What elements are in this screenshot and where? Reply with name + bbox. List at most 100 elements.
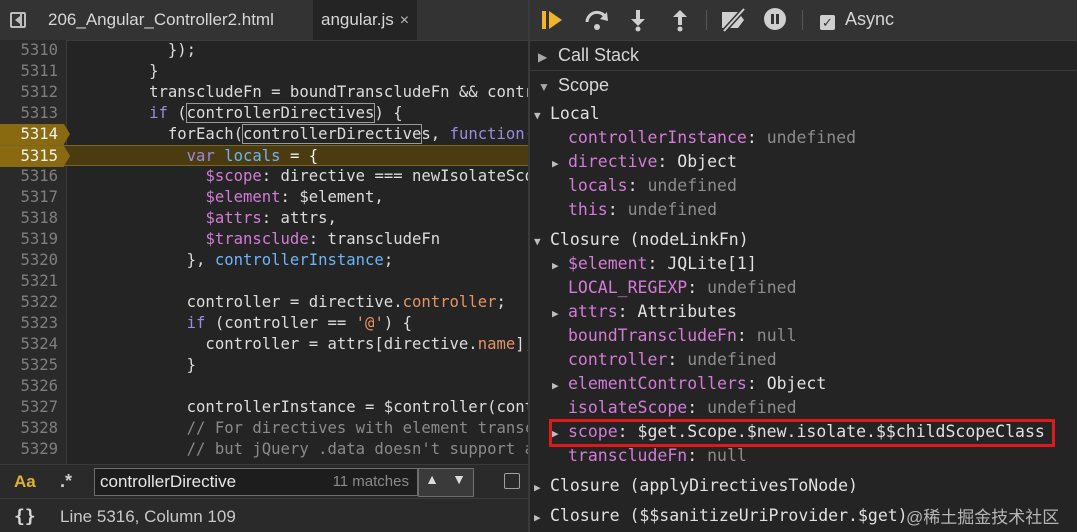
pause-exceptions-icon[interactable] [764, 8, 786, 32]
code-line[interactable]: 5329 // but jQuery .data doesn't support… [0, 439, 528, 460]
code-line[interactable]: 5327 controllerInstance = $controller(co… [0, 397, 528, 418]
scope-group-label: Closure (applyDirectivesToNode) [550, 476, 858, 495]
line-number[interactable]: 5316 [0, 166, 58, 187]
deactivate-breakpoints-icon[interactable] [720, 7, 748, 33]
line-number[interactable]: 5321 [0, 271, 58, 292]
code-text: var locals = { [186, 147, 319, 165]
line-number[interactable]: 5313 [0, 103, 58, 124]
code-line[interactable]: 5318 $attrs: attrs, [0, 208, 528, 229]
scope-variable-row[interactable]: isolateScope: undefined [568, 396, 1077, 420]
line-number[interactable]: 5317 [0, 187, 58, 208]
separator: : [657, 152, 678, 171]
code-line[interactable]: 5313 if (controllerDirectives) { [0, 103, 528, 124]
match-case-button[interactable]: Aa [14, 472, 36, 492]
previous-match-button[interactable]: ▲ [419, 471, 445, 487]
line-number[interactable]: 5324 [0, 334, 58, 355]
scope-variable-row[interactable]: transcludeFn: null [568, 444, 1077, 468]
expand-icon[interactable]: ▶ [552, 374, 568, 398]
code-line[interactable]: 5319 $transclude: transcludeFn [0, 229, 528, 250]
line-number[interactable]: 5323 [0, 313, 58, 334]
scope-variable-row[interactable]: controllerInstance: undefined [568, 126, 1077, 150]
code-line[interactable]: 5324 controller = attrs[directive.name]; [0, 334, 528, 355]
scope-variable-row[interactable]: controller: undefined [568, 348, 1077, 372]
tab-html-file[interactable]: 206_Angular_Controller2.html [48, 0, 274, 40]
line-number[interactable]: 5312 [0, 82, 58, 103]
breakpoint-marker[interactable]: 5314 [0, 124, 70, 145]
code-text: $attrs: attrs, [205, 209, 337, 227]
search-input[interactable]: controllerDirective 11 matches [94, 468, 418, 496]
cursor-position: Line 5316, Column 109 [60, 507, 236, 526]
code-line[interactable]: 5328 // For directives with element tran… [0, 418, 528, 439]
breakpoint-marker[interactable]: 5315 [0, 146, 70, 167]
line-number[interactable]: 5327 [0, 397, 58, 418]
next-match-button[interactable]: ▼ [446, 471, 472, 487]
code-line[interactable]: 5323 if (controller == '@') { [0, 313, 528, 334]
call-stack-section-header[interactable]: ▶ Call Stack [530, 40, 1077, 70]
separator: : [736, 326, 757, 345]
code-line[interactable]: 5315 var locals = { [0, 145, 528, 167]
line-number[interactable]: 5326 [0, 376, 58, 397]
scope-variable-row[interactable]: ▶ $element: JQLite[1] [552, 252, 1077, 276]
step-into-icon[interactable] [628, 8, 648, 32]
scope-section-header[interactable]: ▼ Scope [530, 70, 1077, 100]
sidebar-toggle-icon[interactable] [10, 12, 26, 28]
code-editor[interactable]: 5310 }); 5311 } 5312 transcludeFn = boundT… [0, 40, 528, 464]
step-over-icon[interactable] [584, 8, 610, 32]
code-line[interactable]: 5325 } [0, 355, 528, 376]
expand-icon[interactable]: ▶ [552, 152, 568, 176]
code-text: } [74, 62, 159, 80]
scope-closure-group[interactable]: ▼ Closure (nodeLinkFn) [534, 228, 1077, 252]
scope-variable-row[interactable]: locals: undefined [568, 174, 1077, 198]
code-line[interactable]: 5312 transcludeFn = boundTranscludeFn &&… [0, 82, 528, 103]
search-option-checkbox[interactable] [504, 473, 520, 489]
variable-name: locals [568, 176, 628, 195]
variable-name: $element [568, 254, 648, 273]
line-number[interactable]: 5320 [0, 250, 58, 271]
line-number[interactable]: 5318 [0, 208, 58, 229]
line-number[interactable]: 5328 [0, 418, 58, 439]
code-line[interactable]: 5311 } [0, 61, 528, 82]
step-out-icon[interactable] [670, 8, 690, 32]
close-icon[interactable]: × [400, 12, 409, 29]
line-number[interactable]: 5322 [0, 292, 58, 313]
scope-variable-row[interactable]: LOCAL_REGEXP: undefined [568, 276, 1077, 300]
line-number[interactable]: 5311 [0, 61, 58, 82]
scope-variable-row[interactable]: boundTranscludeFn: null [568, 324, 1077, 348]
regex-button[interactable]: .* [60, 471, 72, 492]
toolbar-separator [706, 10, 707, 30]
line-number[interactable]: 5319 [0, 229, 58, 250]
code-line[interactable]: 5326 [0, 376, 528, 397]
scope-local-group[interactable]: ▼ Local [534, 102, 1077, 126]
resume-icon[interactable] [542, 8, 564, 32]
code-line[interactable]: 5310 }); [0, 40, 528, 61]
code-text: $element: $element, [205, 188, 384, 206]
checkbox-checked-icon[interactable]: ✓ [820, 15, 835, 30]
async-toggle[interactable]: ✓ Async [820, 9, 894, 30]
variable-value: undefined [647, 176, 737, 195]
code-line[interactable]: 5320 }, controllerInstance; [0, 250, 528, 271]
line-number[interactable]: 5310 [0, 40, 58, 61]
variable-value: undefined [687, 350, 777, 369]
expand-icon[interactable]: ▶ [552, 302, 568, 326]
code-line[interactable]: 5321 [0, 271, 528, 292]
code-line[interactable]: 5316 $scope: directive === newIsolateSco… [0, 166, 528, 187]
scope-variable-row[interactable]: ▶ elementControllers: Object [552, 372, 1077, 396]
pretty-print-icon[interactable]: {} [14, 506, 36, 527]
tab-angular-js[interactable]: angular.js × [313, 0, 418, 40]
chevron-right-icon: ▶ [534, 481, 541, 494]
scope-variable-row[interactable]: ▶ directive: Object [552, 150, 1077, 174]
scope-variable-row[interactable]: this: undefined [568, 198, 1077, 222]
scope-group-label: Local [550, 104, 600, 123]
line-number[interactable]: 5325 [0, 355, 58, 376]
line-number[interactable]: 5329 [0, 439, 58, 460]
scope-variable-row[interactable]: ▶ attrs: Attributes [552, 300, 1077, 324]
code-line[interactable]: 5317 $element: $element, [0, 187, 528, 208]
tab-angular-js-label: angular.js [321, 10, 394, 29]
chevron-down-icon: ▼ [538, 80, 550, 94]
variable-value: undefined [707, 278, 797, 297]
code-line[interactable]: 5314 forEach(controllerDirectives, funct… [0, 124, 528, 145]
code-line[interactable]: 5322 controller = directive.controller; [0, 292, 528, 313]
variable-value: Attributes [637, 302, 737, 321]
expand-icon[interactable]: ▶ [552, 254, 568, 278]
scope-closure-group[interactable]: ▶ Closure (applyDirectivesToNode) [534, 474, 1077, 498]
